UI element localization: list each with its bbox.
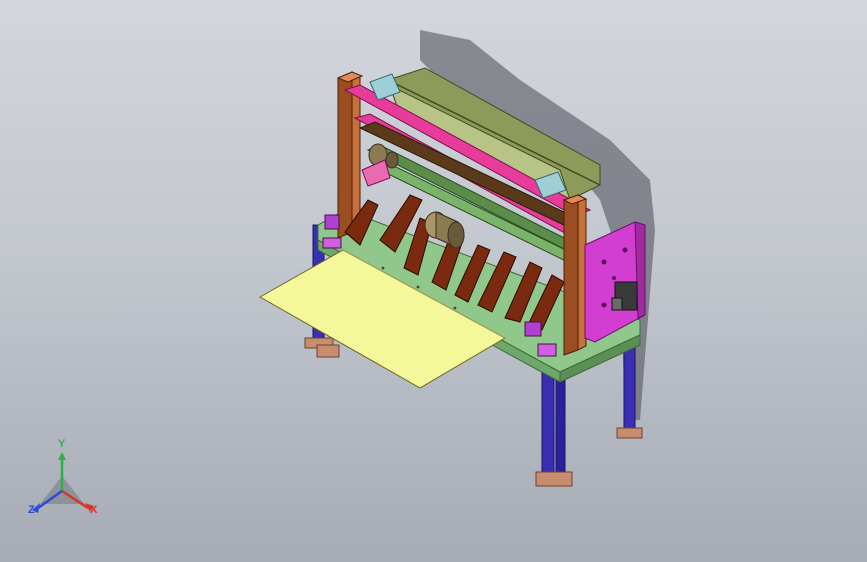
- left-support-block: [324, 214, 340, 230]
- y-axis-label: Y: [58, 438, 66, 450]
- tray-pin-2: [416, 285, 420, 289]
- machine-model-3d[interactable]: [0, 0, 867, 562]
- front-foot: [535, 471, 573, 487]
- plate-hole-1: [601, 259, 607, 265]
- triad-graphic: [32, 452, 94, 513]
- right-upright: [563, 194, 579, 356]
- left-front-foot: [316, 344, 340, 358]
- tray-pin-3: [453, 306, 457, 310]
- plate-hole-2: [622, 247, 628, 253]
- x-axis-label: X: [90, 504, 98, 516]
- plate-hole-5: [612, 276, 616, 280]
- rear-right-foot: [616, 427, 643, 439]
- left-upright: [337, 71, 353, 239]
- view-triad[interactable]: Y X Z: [22, 438, 112, 526]
- left-pink-bracket: [361, 159, 391, 187]
- graphics-viewport[interactable]: Y X Z: [0, 0, 867, 562]
- y-axis-arrow: [58, 452, 66, 460]
- z-axis-label: Z: [28, 504, 35, 516]
- right-gearbox-fitting: [611, 297, 623, 311]
- front-support-block: [524, 321, 542, 337]
- center-cylinder-far-end: [447, 221, 465, 249]
- tray-pin-1: [381, 266, 385, 270]
- plate-hole-3: [601, 302, 607, 308]
- front-support-block-2: [537, 343, 557, 357]
- drive-gear-2: [385, 151, 399, 169]
- left-support-block-2: [322, 237, 342, 249]
